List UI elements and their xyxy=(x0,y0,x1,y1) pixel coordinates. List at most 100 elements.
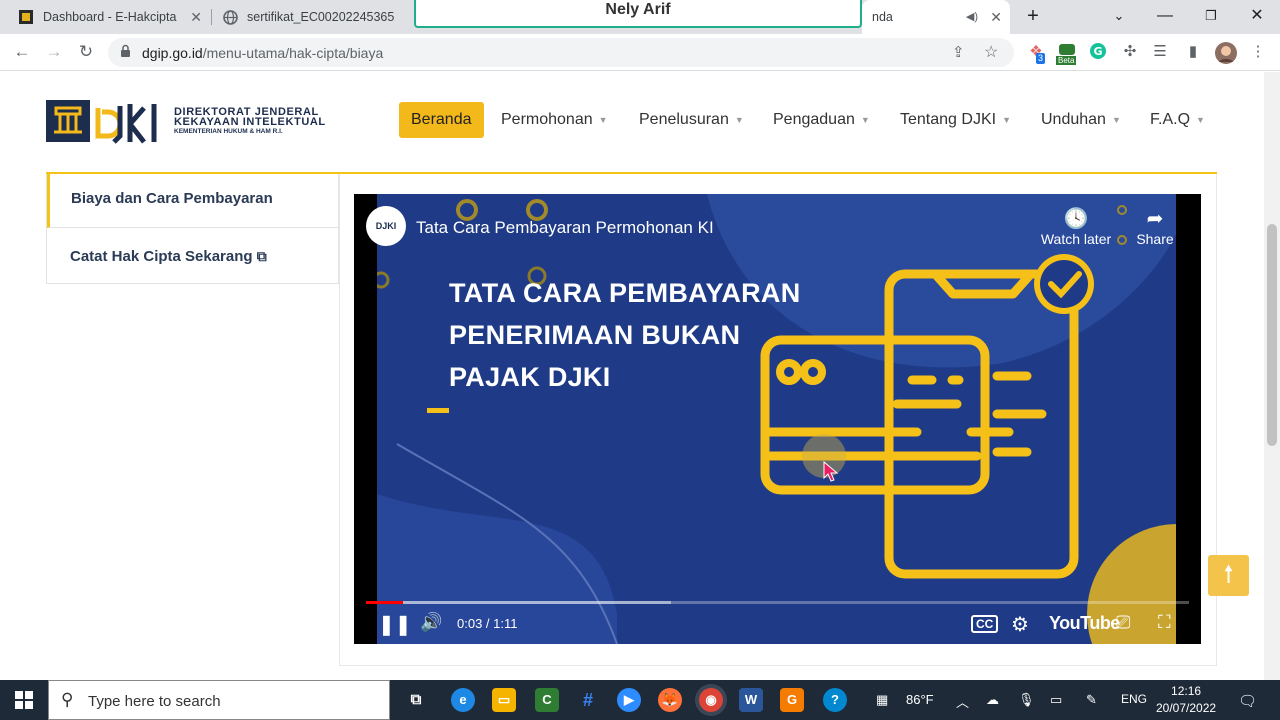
windows-start-button[interactable] xyxy=(0,680,48,720)
chrome-menu-icon[interactable]: ⋮ xyxy=(1248,42,1268,62)
windows-taskbar: ⚲ Type here to search ⧉ e ▭ C # ▶ 🦊 ◉ W … xyxy=(0,680,1280,720)
url-path: /menu-utama/hak-cipta/biaya xyxy=(202,45,384,61)
profile-avatar[interactable] xyxy=(1215,42,1237,64)
microphone-icon[interactable]: 🎙 xyxy=(1018,692,1035,708)
sidebar-item-catat-hak-cipta[interactable]: Catat Hak Cipta Sekarang ⧉ xyxy=(47,229,339,283)
nav-tentang-djki[interactable]: Tentang DJKI ▼ xyxy=(900,102,1011,138)
tab-sertifikat[interactable]: sertifikat_EC00202245365 xyxy=(212,0,414,34)
nav-pengaduan[interactable]: Pengaduan ▼ xyxy=(773,102,870,138)
video-progress-bar[interactable] xyxy=(366,601,1189,604)
tray-chevron-icon[interactable]: ︿ xyxy=(956,692,969,711)
watch-later-button[interactable]: 🕓 Watch later xyxy=(1036,206,1116,247)
edge-icon[interactable]: e xyxy=(451,688,475,712)
zoom-icon[interactable]: ▶ xyxy=(617,688,641,712)
tab-dashboard[interactable]: Dashboard - E-Hakcipta ✕ xyxy=(8,0,210,34)
back-arrow-icon[interactable]: ← xyxy=(10,40,34,64)
help-icon[interactable]: ? xyxy=(823,688,847,712)
media-playlist-icon[interactable]: ☰ xyxy=(1150,42,1170,62)
video-title[interactable]: Tata Cara Pembayaran Permohonan KI xyxy=(416,218,714,238)
restore-icon[interactable]: ❐ xyxy=(1196,4,1226,28)
nav-penelusuran[interactable]: Penelusuran ▼ xyxy=(639,102,744,138)
logo-line2: KEKAYAAN INTELEKTUAL xyxy=(174,116,326,128)
language-indicator[interactable]: ENG xyxy=(1121,692,1147,706)
youtube-logo[interactable]: YouTube xyxy=(1049,613,1120,634)
file-explorer-icon[interactable]: ▭ xyxy=(492,688,516,712)
video-artwork xyxy=(377,194,1176,644)
extension-icon[interactable]: ❖ 3 xyxy=(1026,42,1046,64)
new-tab-button[interactable]: + xyxy=(1018,4,1048,28)
close-tab-icon[interactable]: ✕ xyxy=(990,9,1002,26)
slides-app-icon[interactable]: G xyxy=(780,688,804,712)
tab-active[interactable]: nda ◀) ✕ xyxy=(862,0,1010,34)
camtasia-icon[interactable]: C xyxy=(535,688,559,712)
volume-icon[interactable]: 🔊 xyxy=(420,612,442,633)
sidebar-item-biaya[interactable]: Biaya dan Cara Pembayaran xyxy=(47,174,339,228)
taskbar-search-box[interactable]: ⚲ Type here to search xyxy=(48,680,390,720)
share-button[interactable]: ➦ Share xyxy=(1134,206,1176,247)
word-icon[interactable]: W xyxy=(739,688,763,712)
nav-label: Permohonan xyxy=(501,111,593,128)
nav-label: Pengaduan xyxy=(773,111,855,128)
djki-logo[interactable]: DIREKTORAT JENDERAL KEKAYAAN INTELEKTUAL… xyxy=(46,98,326,146)
external-link-icon: ⧉ xyxy=(256,248,267,264)
pause-icon[interactable]: ❚❚ xyxy=(378,612,412,637)
close-tab-icon[interactable]: ✕ xyxy=(190,9,202,26)
nav-unduhan[interactable]: Unduhan ▼ xyxy=(1041,102,1121,138)
chrome-icon[interactable]: ◉ xyxy=(699,688,723,712)
grammarly-icon[interactable]: G xyxy=(1088,42,1108,62)
captions-icon[interactable]: CC xyxy=(971,615,999,633)
caret-down-icon: ▼ xyxy=(598,115,608,125)
scroll-to-top-button[interactable]: 🠕 xyxy=(1208,555,1249,596)
battery-icon[interactable]: ▭ xyxy=(1050,692,1062,708)
share-page-icon[interactable]: ⇪ xyxy=(952,43,965,61)
share-arrow-icon: ➦ xyxy=(1146,208,1164,230)
nav-label: Tentang DJKI xyxy=(900,111,997,128)
nav-permohonan[interactable]: Permohonan ▼ xyxy=(501,102,608,138)
channel-logo[interactable]: DJKI xyxy=(366,206,406,246)
web-page: DIREKTORAT JENDERAL KEKAYAAN INTELEKTUAL… xyxy=(0,72,1264,680)
app-hash-icon[interactable]: # xyxy=(576,688,600,712)
sidebar-item-label: Biaya dan Cara Pembayaran xyxy=(71,190,273,207)
tab-title: Dashboard - E-Hakcipta xyxy=(43,10,177,24)
video-frame: TATA CARA PEMBAYARAN PENERIMAAN BUKAN PA… xyxy=(377,194,1176,644)
scrollbar-thumb[interactable] xyxy=(1267,224,1277,446)
fullscreen-icon[interactable]: ⛶ xyxy=(1158,612,1171,633)
reload-icon[interactable]: ↻ xyxy=(74,40,98,64)
played-bar xyxy=(366,601,404,604)
close-window-icon[interactable]: ✕ xyxy=(1242,4,1272,28)
bookmark-star-icon[interactable]: ☆ xyxy=(984,42,998,62)
nav-faq[interactable]: F.A.Q ▼ xyxy=(1150,102,1205,138)
speaker-icon[interactable]: ◀) xyxy=(966,10,978,23)
video-time: 0:03 / 1:11 xyxy=(457,616,518,631)
weather-temp[interactable]: 86°F xyxy=(906,692,934,707)
djki-logo-mark-icon xyxy=(46,100,157,144)
beta-extension-icon[interactable]: Beta xyxy=(1056,42,1078,65)
task-view-icon[interactable]: ⧉ xyxy=(404,688,428,712)
pen-icon[interactable]: ✎ xyxy=(1086,692,1097,708)
youtube-video-player[interactable]: TATA CARA PEMBAYARAN PENERIMAAN BUKAN PA… xyxy=(354,194,1201,644)
firefox-icon[interactable]: 🦊 xyxy=(658,688,682,712)
side-panel-icon[interactable]: ▮ xyxy=(1183,42,1203,62)
settings-gear-icon[interactable]: ⚙ xyxy=(1011,612,1029,637)
clock-date: 20/07/2022 xyxy=(1156,701,1217,715)
logo-line3: KEMENTERIAN HUKUM & HAM R.I. xyxy=(174,128,283,135)
minimize-icon[interactable]: — xyxy=(1150,4,1180,28)
headline-line2: PENERIMAAN BUKAN xyxy=(449,320,741,350)
onedrive-icon[interactable]: ☁ xyxy=(986,692,999,708)
forward-arrow-icon[interactable]: → xyxy=(42,40,66,64)
cast-icon[interactable]: ⎚ xyxy=(1116,612,1130,633)
taskbar-clock[interactable]: 12:16 20/07/2022 xyxy=(1156,683,1216,717)
notifications-icon[interactable]: 🗨 xyxy=(1238,692,1257,710)
page-scrollbar[interactable] xyxy=(1264,72,1280,680)
address-bar[interactable]: dgip.go.id/menu-utama/hak-cipta/biaya ⇪ … xyxy=(108,38,1014,67)
puzzle-extensions-icon[interactable]: ✣ xyxy=(1120,42,1140,62)
tab-search-chevron-icon[interactable]: ⌄ xyxy=(1104,4,1134,28)
nav-beranda[interactable]: Beranda xyxy=(399,102,484,138)
beta-badge: Beta xyxy=(1056,56,1077,65)
nav-label: F.A.Q xyxy=(1150,111,1191,128)
video-headline: TATA CARA PEMBAYARAN PENERIMAAN BUKAN PA… xyxy=(449,272,801,398)
url-text: dgip.go.id/menu-utama/hak-cipta/biaya xyxy=(142,45,383,61)
nav-label: Unduhan xyxy=(1041,111,1106,128)
weather-icon[interactable]: ▦ xyxy=(876,692,888,708)
search-placeholder: Type here to search xyxy=(88,693,221,710)
